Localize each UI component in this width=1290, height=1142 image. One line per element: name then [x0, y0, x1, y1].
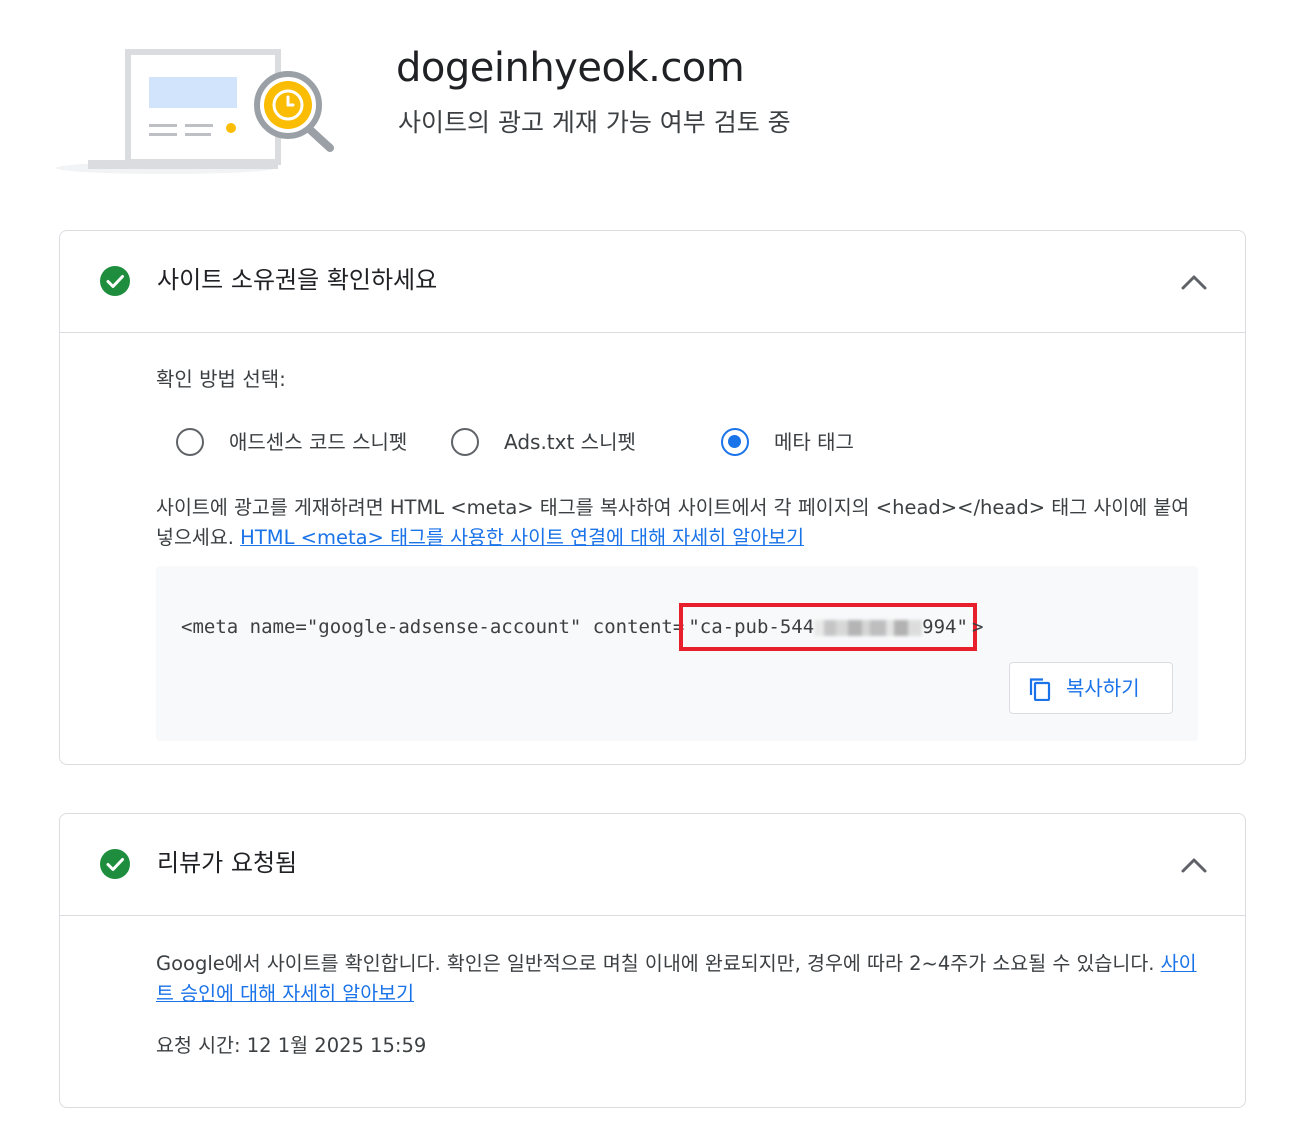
review-card-title: 리뷰가 요청됨 [157, 849, 298, 877]
review-description-text: Google에서 사이트를 확인합니다. 확인은 일반적으로 며칠 이내에 완료… [156, 952, 1155, 975]
review-description: Google에서 사이트를 확인합니다. 확인은 일반적으로 며칠 이내에 완료… [156, 949, 1206, 1009]
review-card: 리뷰가 요청됨 Google에서 사이트를 확인합니다. 확인은 일반적으로 며… [59, 813, 1246, 1108]
radio-label: Ads.txt 스니펫 [504, 430, 636, 454]
check-circle-icon [100, 849, 130, 879]
meta-tag-instructions: 사이트에 광고를 게재하려면 HTML <meta> 태그를 복사하여 사이트에… [156, 493, 1196, 553]
chevron-up-icon[interactable] [1179, 850, 1209, 880]
code-snippet-box: <meta name="google-adsense-account" cont… [156, 566, 1198, 741]
radio-label: 애드센스 코드 스니펫 [229, 430, 408, 454]
verification-method-radio-group: 애드센스 코드 스니펫 Ads.txt 스니펫 메타 태그 [176, 427, 876, 461]
radio-button[interactable] [176, 428, 204, 456]
code-suffix: > [971, 616, 984, 638]
publisher-id-highlighted: "ca-pub-544 994" [679, 603, 977, 651]
review-status-subtitle: 사이트의 광고 게재 가능 여부 검토 중 [398, 108, 791, 137]
copy-button[interactable]: 복사하기 [1009, 662, 1173, 714]
redacted-blur [814, 619, 923, 636]
radio-label: 메타 태그 [774, 430, 854, 454]
request-time: 요청 시간: 12 1월 2025 15:59 [156, 1034, 427, 1057]
ownership-card-header[interactable]: 사이트 소유권을 확인하세요 [60, 231, 1245, 333]
copy-button-label: 복사하기 [1066, 676, 1140, 700]
publisher-id-start: "ca-pub-544 [688, 616, 815, 638]
publisher-id-end: 994" [922, 616, 968, 638]
page-header: dogeinhyeok.com 사이트의 광고 게재 가능 여부 검토 중 [0, 0, 1290, 200]
ownership-card-title: 사이트 소유권을 확인하세요 [157, 266, 438, 294]
check-circle-icon [100, 266, 130, 296]
radio-button[interactable] [451, 428, 479, 456]
site-domain: dogeinhyeok.com [396, 45, 745, 91]
site-review-illustration [56, 49, 334, 174]
ownership-card: 사이트 소유권을 확인하세요 확인 방법 선택: 애드센스 코드 스니펫 Ads… [59, 230, 1246, 765]
copy-icon [1029, 678, 1051, 701]
chevron-up-icon[interactable] [1179, 267, 1209, 297]
meta-tag-learn-more-link[interactable]: HTML <meta> 태그를 사용한 사이트 연결에 대해 자세히 알아보기 [240, 526, 804, 549]
review-card-header[interactable]: 리뷰가 요청됨 [60, 814, 1245, 916]
meta-tag-code: <meta name="google-adsense-account" cont… [181, 603, 984, 651]
radio-button-selected[interactable] [721, 428, 749, 456]
method-label: 확인 방법 선택: [156, 367, 286, 391]
code-prefix: <meta name="google-adsense-account" cont… [181, 616, 685, 638]
